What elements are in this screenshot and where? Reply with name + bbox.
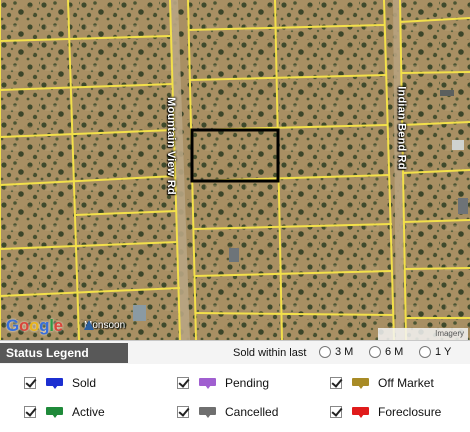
legend-item-off-market[interactable]: Off Market [330, 376, 434, 390]
satellite-map[interactable]: Mountain View Rd Indian Bend Rd Google M… [0, 0, 470, 340]
legend-item-sold[interactable]: Sold [24, 376, 96, 390]
map-imagery [0, 0, 470, 340]
legend-item-pending[interactable]: Pending [177, 376, 269, 390]
road-label-indian-bend: Indian Bend Rd [395, 86, 408, 170]
off-market-marker-icon [352, 377, 369, 389]
period-3m-radio[interactable] [319, 346, 331, 358]
sold-within-label: Sold within last [233, 347, 307, 359]
pending-checkbox[interactable] [177, 377, 189, 389]
google-logo[interactable]: Google [6, 316, 63, 336]
period-6m-option[interactable]: 6 M [369, 346, 403, 358]
imagery-button[interactable]: Imagery [378, 328, 468, 340]
active-checkbox[interactable] [24, 406, 36, 418]
foreclosure-checkbox[interactable] [330, 406, 342, 418]
sold-marker-icon [46, 377, 63, 389]
period-1y-option[interactable]: 1 Y [419, 346, 451, 358]
legend-header: Status Legend Sold within last 3 M 6 M 1… [0, 340, 470, 364]
legend-item-foreclosure[interactable]: Foreclosure [330, 405, 441, 419]
foreclosure-marker-icon [352, 406, 369, 418]
sold-checkbox[interactable] [24, 377, 36, 389]
provider-logo-icon [84, 320, 94, 330]
legend-item-active[interactable]: Active [24, 405, 105, 419]
off-market-checkbox[interactable] [330, 377, 342, 389]
legend-title: Status Legend [0, 343, 128, 363]
cancelled-checkbox[interactable] [177, 406, 189, 418]
legend-item-cancelled[interactable]: Cancelled [177, 405, 278, 419]
cancelled-marker-icon [199, 406, 216, 418]
period-1y-radio[interactable] [419, 346, 431, 358]
pending-marker-icon [199, 377, 216, 389]
imagery-attribution: Monsoon [84, 320, 126, 331]
active-marker-icon [46, 406, 63, 418]
period-6m-radio[interactable] [369, 346, 381, 358]
legend-body: Sold Pending Off Market Active Cancelled [0, 364, 470, 432]
road-label-mountain-view: Mountain View Rd [164, 97, 177, 195]
period-3m-option[interactable]: 3 M [319, 346, 353, 358]
